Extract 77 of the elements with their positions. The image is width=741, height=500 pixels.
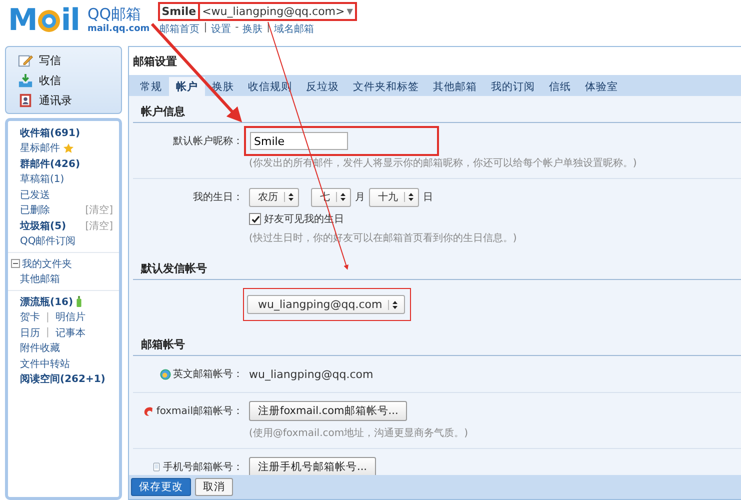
settings-tab[interactable]: 常规: [133, 77, 169, 96]
folder-link[interactable]: 附件收藏: [20, 341, 60, 356]
folder-link[interactable]: 日历: [20, 326, 40, 340]
settings-tab[interactable]: 体验室: [578, 77, 625, 96]
folder-link[interactable]: 记事本: [55, 326, 86, 340]
header-link[interactable]: 域名邮箱: [274, 22, 314, 36]
page-title: 邮箱设置: [129, 47, 741, 75]
collapse-icon[interactable]: [11, 259, 20, 268]
folder-link[interactable]: 群邮件(426): [20, 156, 80, 171]
bottle-icon: [76, 296, 82, 308]
folder-link[interactable]: 已删除: [20, 203, 50, 218]
folder-link[interactable]: 草稿箱(1): [20, 172, 64, 186]
settings-tab[interactable]: 帐户: [169, 77, 205, 96]
hint-text: (使用@foxmail.com地址，沟通更显商务气质。): [249, 426, 470, 440]
folder-link[interactable]: 文件中转站: [20, 356, 70, 371]
up-down-arrows-icon: [404, 192, 414, 202]
account-switcher[interactable]: <wu_liangping@qq.com> ▼: [200, 4, 355, 19]
unit-label: 月: [355, 191, 365, 204]
folder-link[interactable]: 我的文件夹: [22, 256, 72, 271]
calendar-select[interactable]: 农历: [249, 188, 299, 206]
nickname-field[interactable]: Smile: [250, 132, 348, 150]
phone-icon: [152, 461, 161, 473]
action-link[interactable]: 通讯录: [39, 92, 72, 108]
folder-link[interactable]: 已发送: [20, 188, 50, 202]
folder-link[interactable]: 星标邮件: [20, 141, 60, 156]
folder-link[interactable]: 阅读空间(262+1): [20, 372, 106, 386]
field-label: foxmail邮箱帐号：: [156, 404, 243, 418]
globe-icon: [160, 368, 171, 380]
address-book-icon: [18, 92, 33, 108]
header-link[interactable]: 邮箱首页: [160, 22, 200, 36]
unit-label: 日: [423, 191, 433, 204]
separator: |: [204, 22, 208, 35]
action-link[interactable]: 收信: [39, 72, 61, 88]
domain-text: mail.qq.com: [87, 23, 150, 36]
folder-link[interactable]: 漂流瓶(16): [20, 294, 74, 309]
header-link[interactable]: 设置: [211, 22, 232, 36]
swirl-logo-icon: [143, 406, 154, 416]
mail-logo: M il: [8, 4, 80, 38]
field-label: 我的生日：: [193, 190, 243, 204]
folder-link[interactable]: 垃圾箱(5): [20, 218, 66, 233]
folder-link[interactable]: QQ邮件订阅: [20, 234, 76, 248]
settings-tab[interactable]: 我的订阅: [484, 77, 542, 96]
folder-link[interactable]: 明信片: [55, 310, 86, 324]
settings-tab[interactable]: 信纸: [542, 77, 578, 96]
up-down-arrows-icon: [388, 300, 398, 310]
up-down-arrows-icon: [336, 192, 346, 202]
register-button[interactable]: 注册手机号邮箱帐号...: [249, 457, 376, 475]
account-address: wu_liangping@qq.com: [249, 368, 374, 380]
separator: -: [235, 22, 239, 35]
save-button[interactable]: 保存更改: [131, 478, 191, 496]
section-title: 邮箱帐号: [133, 329, 741, 356]
checkbox[interactable]: [249, 213, 261, 225]
star-icon: [63, 142, 74, 154]
register-button[interactable]: 注册foxmail.com邮箱帐号...: [249, 401, 408, 421]
folder-link[interactable]: 收件箱(691): [20, 126, 80, 140]
inbox-icon: [18, 72, 33, 88]
section-title: 帐户信息: [133, 96, 741, 123]
settings-tab[interactable]: 其他邮箱: [426, 77, 484, 96]
up-down-arrows-icon: [284, 192, 294, 202]
brand-name: QQ邮箱: [87, 7, 142, 22]
settings-tab[interactable]: 反垃圾: [299, 77, 346, 96]
separator: |: [46, 312, 50, 323]
folder-link[interactable]: 贺卡: [20, 310, 40, 324]
sender-select[interactable]: wu_liangping@qq.com: [247, 295, 406, 314]
separator: |: [46, 327, 50, 338]
header-link[interactable]: 换肤: [242, 22, 263, 36]
folder-link[interactable]: 其他邮箱: [20, 272, 60, 286]
field-label: 英文邮箱帐号：: [173, 368, 243, 381]
day-select[interactable]: 十九: [369, 188, 419, 206]
pencil-note-icon: [18, 52, 33, 68]
field-label: 默认帐户昵称：: [173, 134, 243, 148]
settings-tab[interactable]: 文件夹和标签: [346, 77, 426, 96]
section-title: 默认发信帐号: [133, 253, 741, 280]
action-link[interactable]: 写信: [39, 52, 61, 68]
cancel-button[interactable]: 取消: [195, 478, 233, 496]
field-label: 手机号邮箱帐号：: [163, 460, 243, 474]
user-nickname: Smile: [160, 4, 198, 19]
